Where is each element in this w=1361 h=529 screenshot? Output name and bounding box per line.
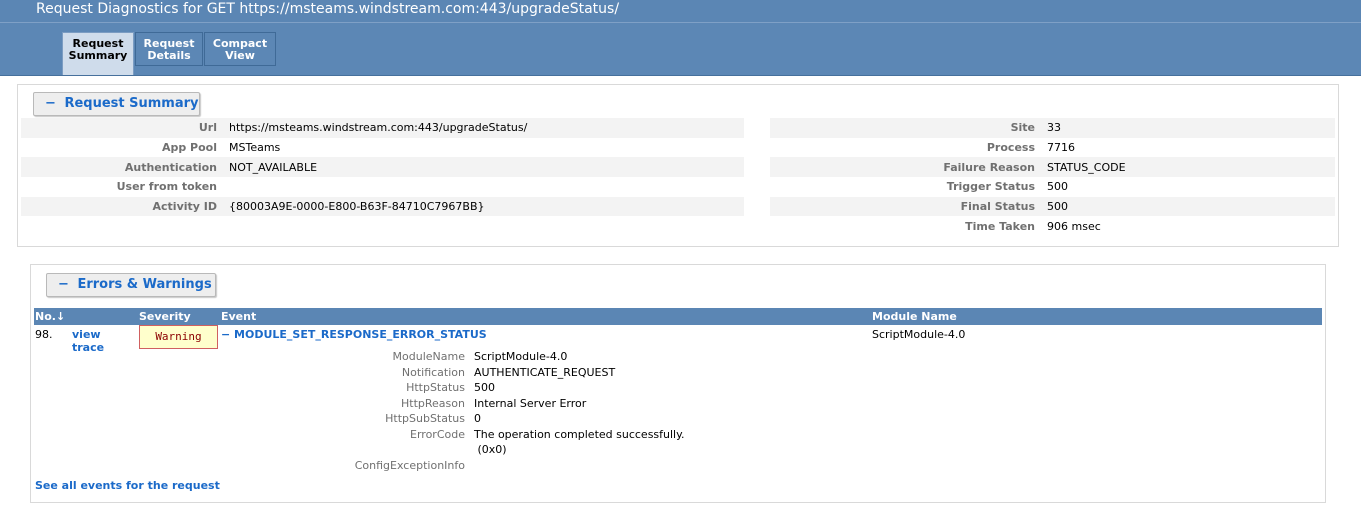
tab-label: View <box>225 49 255 62</box>
field-value: 500 <box>1047 196 1335 217</box>
request-summary-toggle-button[interactable]: − Request Summary <box>33 92 200 116</box>
field-label: Process <box>986 141 1035 155</box>
summary-row: Failure Reason STATUS_CODE <box>770 157 1335 178</box>
detail-label: ConfigExceptionInfo <box>354 458 465 472</box>
detail-label: HttpReason <box>401 396 465 410</box>
tab-request-summary[interactable]: Request Summary <box>62 32 134 75</box>
view-trace-link[interactable]: view trace <box>72 328 104 354</box>
errors-warnings-toggle-button[interactable]: − Errors & Warnings <box>46 273 216 297</box>
detail-value: (0x0) <box>474 443 507 456</box>
detail-value: Internal Server Error <box>474 396 587 410</box>
detail-value: AUTHENTICATE_REQUEST <box>474 365 616 379</box>
field-value: MSTeams <box>229 141 281 155</box>
column-header-event[interactable]: Event <box>221 310 256 323</box>
field-value: https://msteams.windstream.com:443/upgra… <box>229 118 744 138</box>
tab-compact-view[interactable]: Compact View <box>204 32 276 66</box>
field-label: App Pool <box>161 141 217 155</box>
field-label: Site <box>770 118 1047 138</box>
detail-row: (0x0) <box>320 443 685 459</box>
detail-label: ModuleName <box>392 350 465 363</box>
field-label: Activity ID <box>21 196 229 217</box>
summary-row: Site 33 <box>770 118 1335 138</box>
detail-value: The operation completed successfully. <box>474 427 685 441</box>
event-number: 98. <box>35 328 53 341</box>
field-value <box>229 177 744 197</box>
summary-row: Trigger Status 500 <box>770 177 1335 197</box>
summary-row: Final Status 500 <box>770 196 1335 217</box>
collapse-icon: − <box>45 96 56 111</box>
field-label: User from token <box>116 180 217 194</box>
summary-row: App Pool MSTeams <box>21 138 744 158</box>
detail-row: ConfigExceptionInfo <box>320 459 685 475</box>
see-all-events-link[interactable]: See all events for the request <box>35 479 220 492</box>
detail-label: HttpSubStatus <box>385 412 465 425</box>
column-header-severity[interactable]: Severity <box>139 310 191 323</box>
summary-row: Url https://msteams.windstream.com:443/u… <box>21 118 744 138</box>
field-value: 500 <box>1047 180 1068 194</box>
field-label: Failure Reason <box>770 157 1047 178</box>
summary-left-table: Url https://msteams.windstream.com:443/u… <box>21 118 744 217</box>
summary-row: Time Taken 906 msec <box>770 216 1335 236</box>
summary-row: User from token <box>21 177 744 197</box>
tab-bar: Request Summary Request Details Compact … <box>0 22 1361 76</box>
detail-row: HttpReason Internal Server Error <box>320 397 685 413</box>
field-value: 7716 <box>1047 141 1075 155</box>
link-text: trace <box>72 341 105 354</box>
field-value: STATUS_CODE <box>1047 157 1335 178</box>
summary-row: Activity ID {80003A9E-0000-E800-B63F-847… <box>21 196 744 217</box>
field-value: 33 <box>1047 118 1335 138</box>
field-value: 906 msec <box>1047 219 1101 233</box>
summary-row: Authentication NOT_AVAILABLE <box>21 157 744 178</box>
detail-label <box>320 443 474 459</box>
detail-value: 0 <box>474 412 481 425</box>
module-name: ScriptModule-4.0 <box>872 328 966 341</box>
tab-label: Details <box>147 49 191 62</box>
field-label: Time Taken <box>965 219 1035 233</box>
tab-request-details[interactable]: Request Details <box>135 32 203 66</box>
detail-value: 500 <box>474 381 495 394</box>
detail-label: ErrorCode <box>410 427 465 441</box>
field-value: NOT_AVAILABLE <box>229 157 744 178</box>
field-label: Trigger Status <box>946 180 1035 194</box>
column-header-module[interactable]: Module Name <box>872 310 957 323</box>
summary-right-table: Site 33 Process 7716 Failure Reason STAT… <box>770 118 1335 236</box>
field-value: {80003A9E-0000-E800-B63F-84710C7967BB} <box>229 196 744 217</box>
detail-row: ModuleName ScriptModule-4.0 <box>320 350 685 366</box>
detail-value: ScriptModule-4.0 <box>474 350 568 363</box>
severity-badge: Warning <box>139 325 218 349</box>
event-name-toggle[interactable]: − MODULE_SET_RESPONSE_ERROR_STATUS <box>221 328 487 341</box>
field-label: Authentication <box>21 157 229 178</box>
page-title: Request Diagnostics for GET https://mste… <box>0 0 1361 22</box>
field-label: Url <box>21 118 229 138</box>
event-details-table: ModuleName ScriptModule-4.0 Notification… <box>320 350 685 474</box>
detail-value <box>474 459 685 475</box>
detail-row: HttpStatus 500 <box>320 381 685 397</box>
events-table-header: No.↓ Severity Event Module Name <box>34 308 1322 325</box>
tab-label: Summary <box>68 49 128 62</box>
section-label: Request Summary <box>64 96 199 111</box>
column-header-no[interactable]: No.↓ <box>35 310 65 323</box>
detail-row: ErrorCode The operation completed succes… <box>320 428 685 444</box>
section-label: Errors & Warnings <box>77 277 212 292</box>
field-label: Final Status <box>770 196 1047 217</box>
collapse-icon: − <box>58 277 69 292</box>
detail-row: Notification AUTHENTICATE_REQUEST <box>320 366 685 382</box>
detail-label: HttpStatus <box>406 381 465 394</box>
summary-row: Process 7716 <box>770 138 1335 158</box>
link-text: view <box>72 328 101 341</box>
detail-row: HttpSubStatus 0 <box>320 412 685 428</box>
detail-label: Notification <box>401 365 465 379</box>
